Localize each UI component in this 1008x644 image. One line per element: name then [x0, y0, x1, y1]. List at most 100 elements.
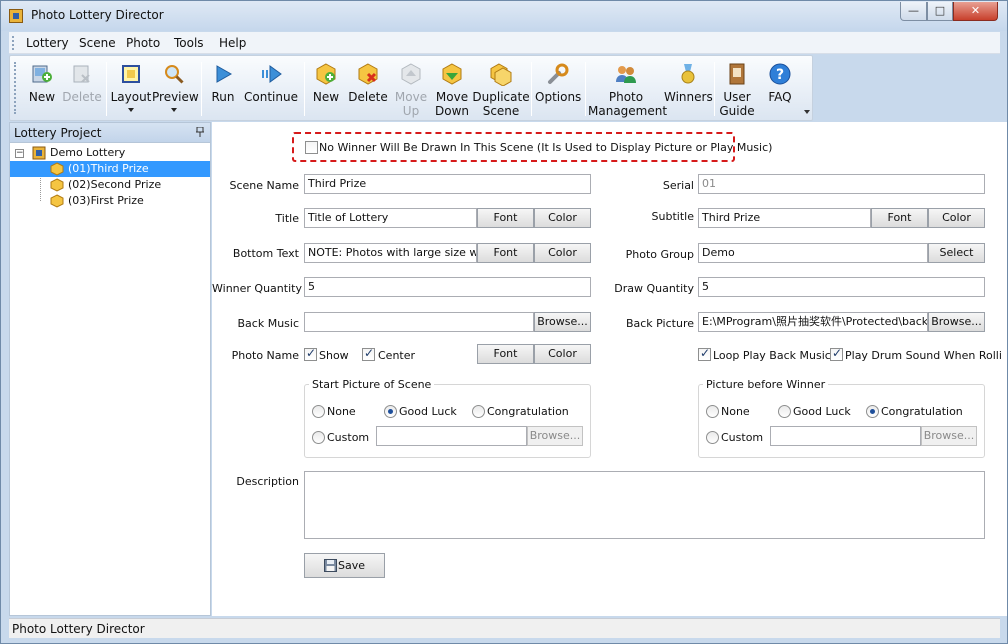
start-picture-group-title: Start Picture of Scene: [309, 378, 435, 391]
scene-name-input[interactable]: Third Prize: [304, 174, 591, 194]
menu-grip[interactable]: [12, 36, 15, 50]
before-congratulation-radio[interactable]: [866, 405, 879, 418]
delete-scene-icon: [358, 63, 378, 85]
winner-quantity-input[interactable]: 5: [304, 277, 591, 297]
serial-input[interactable]: 01: [698, 174, 985, 194]
run-button[interactable]: Run: [206, 60, 240, 120]
start-custom-browse-button[interactable]: Browse...: [527, 426, 583, 446]
continue-button[interactable]: Continue: [242, 60, 300, 120]
photo-group-select-button[interactable]: Select: [928, 243, 985, 263]
menu-photo[interactable]: Photo: [126, 36, 160, 50]
delete-lottery-button[interactable]: Delete: [62, 60, 102, 120]
photo-management-button[interactable]: Photo Management: [588, 60, 667, 120]
loop-music-checkbox[interactable]: [698, 346, 711, 361]
menu-help[interactable]: Help: [219, 36, 246, 50]
tree-item[interactable]: (02)Second Prize: [10, 177, 210, 193]
photo-group-input[interactable]: Demo: [698, 243, 928, 263]
duplicate-scene-button[interactable]: Duplicate Scene: [472, 60, 530, 120]
minimize-button[interactable]: —: [900, 2, 927, 21]
new-scene-icon: [316, 63, 336, 85]
layout-label: Layout: [110, 90, 152, 104]
tree-item[interactable]: (03)First Prize: [10, 193, 210, 209]
menu-lottery[interactable]: Lottery: [26, 36, 69, 50]
no-winner-label: No Winner Will Be Drawn In This Scene (I…: [319, 141, 773, 154]
play-icon: [216, 65, 233, 83]
no-winner-checkbox[interactable]: [305, 141, 318, 154]
title-input[interactable]: Title of Lottery: [304, 208, 477, 228]
before-none-radio[interactable]: [706, 405, 719, 418]
layout-button[interactable]: Layout: [110, 60, 152, 120]
start-good-luck-radio[interactable]: [384, 405, 397, 418]
toolbar: New Delete Layout Preview Run Continue N…: [9, 55, 813, 121]
photo-name-font-button[interactable]: Font: [477, 344, 534, 364]
serial-label: Serial: [662, 179, 694, 192]
back-picture-browse-button[interactable]: Browse...: [928, 312, 985, 332]
move-up-button[interactable]: Move Up: [393, 60, 429, 120]
move-down-icon: [442, 63, 462, 85]
tree-expander-icon[interactable]: −: [15, 149, 24, 158]
options-button[interactable]: Options: [535, 60, 581, 120]
photo-name-show-checkbox[interactable]: [304, 346, 317, 361]
start-none-radio[interactable]: [312, 405, 325, 418]
move-up-label: Move Up: [394, 90, 428, 118]
close-button[interactable]: ✕: [953, 2, 998, 21]
people-icon: [616, 66, 636, 83]
layout-dropdown-arrow-icon[interactable]: [128, 108, 134, 112]
back-music-browse-button[interactable]: Browse...: [534, 312, 591, 332]
toolbar-overflow-icon[interactable]: [804, 110, 810, 114]
preview-button[interactable]: Preview: [152, 60, 199, 120]
maximize-button[interactable]: □: [927, 2, 953, 21]
photo-name-center-checkbox[interactable]: [362, 346, 375, 361]
window-title: Photo Lottery Director: [31, 8, 164, 22]
toolbar-grip[interactable]: [14, 62, 17, 114]
subtitle-font-button[interactable]: Font: [871, 208, 928, 228]
draw-quantity-input[interactable]: 5: [698, 277, 985, 297]
start-custom-radio[interactable]: [312, 431, 325, 444]
subtitle-color-button[interactable]: Color: [928, 208, 985, 228]
toolbar-separator: [585, 62, 586, 116]
pin-icon[interactable]: [196, 127, 204, 137]
delete-lottery-icon: [73, 65, 90, 83]
bottom-text-font-button[interactable]: Font: [477, 243, 534, 263]
options-label: Options: [535, 90, 582, 104]
start-congratulation-label: Congratulation: [487, 405, 569, 418]
start-custom-input[interactable]: [376, 426, 527, 446]
back-music-input[interactable]: [304, 312, 534, 332]
menu-tools[interactable]: Tools: [174, 36, 204, 50]
menu-scene[interactable]: Scene: [79, 36, 116, 50]
preview-dropdown-arrow-icon[interactable]: [171, 108, 177, 112]
new-scene-button[interactable]: New: [308, 60, 344, 120]
title-color-button[interactable]: Color: [534, 208, 591, 228]
description-textarea[interactable]: [304, 471, 985, 539]
start-congratulation-radio[interactable]: [472, 405, 485, 418]
tree-root[interactable]: − Demo Lottery: [10, 145, 210, 161]
before-custom-input[interactable]: [770, 426, 921, 446]
before-custom-radio[interactable]: [706, 431, 719, 444]
scene-icon: [50, 194, 64, 208]
save-label: Save: [337, 559, 365, 572]
save-button[interactable]: Save: [304, 553, 385, 578]
winners-button[interactable]: Winners: [664, 60, 713, 120]
delete-scene-button[interactable]: Delete: [347, 60, 389, 120]
before-good-luck-radio[interactable]: [778, 405, 791, 418]
drum-sound-checkbox[interactable]: [830, 346, 843, 361]
title-font-button[interactable]: Font: [477, 208, 534, 228]
faq-button[interactable]: ? FAQ: [760, 60, 800, 120]
medal-icon: [681, 64, 695, 84]
tree-item[interactable]: (01)Third Prize: [10, 161, 210, 177]
bottom-text-input[interactable]: NOTE: Photos with large size will make: [304, 243, 477, 263]
toolbar-separator: [714, 62, 715, 116]
new-lottery-button[interactable]: New: [24, 60, 60, 120]
bottom-text-color-button[interactable]: Color: [534, 243, 591, 263]
before-custom-browse-button[interactable]: Browse...: [921, 426, 977, 446]
preview-label: Preview: [152, 90, 199, 104]
user-guide-button[interactable]: User Guide: [718, 60, 756, 120]
photo-name-color-button[interactable]: Color: [534, 344, 591, 364]
subtitle-input[interactable]: Third Prize: [698, 208, 871, 228]
scene-form: No Winner Will Be Drawn In This Scene (I…: [212, 122, 1007, 616]
lottery-project-panel: Lottery Project − Demo Lottery (01)Third…: [9, 122, 211, 616]
back-picture-input[interactable]: E:\MProgram\照片抽奖软件\Protected\back.jpg: [698, 312, 928, 332]
back-picture-label: Back Picture: [625, 317, 694, 330]
subtitle-label: Subtitle: [651, 210, 694, 223]
move-down-button[interactable]: Move Down: [433, 60, 471, 120]
